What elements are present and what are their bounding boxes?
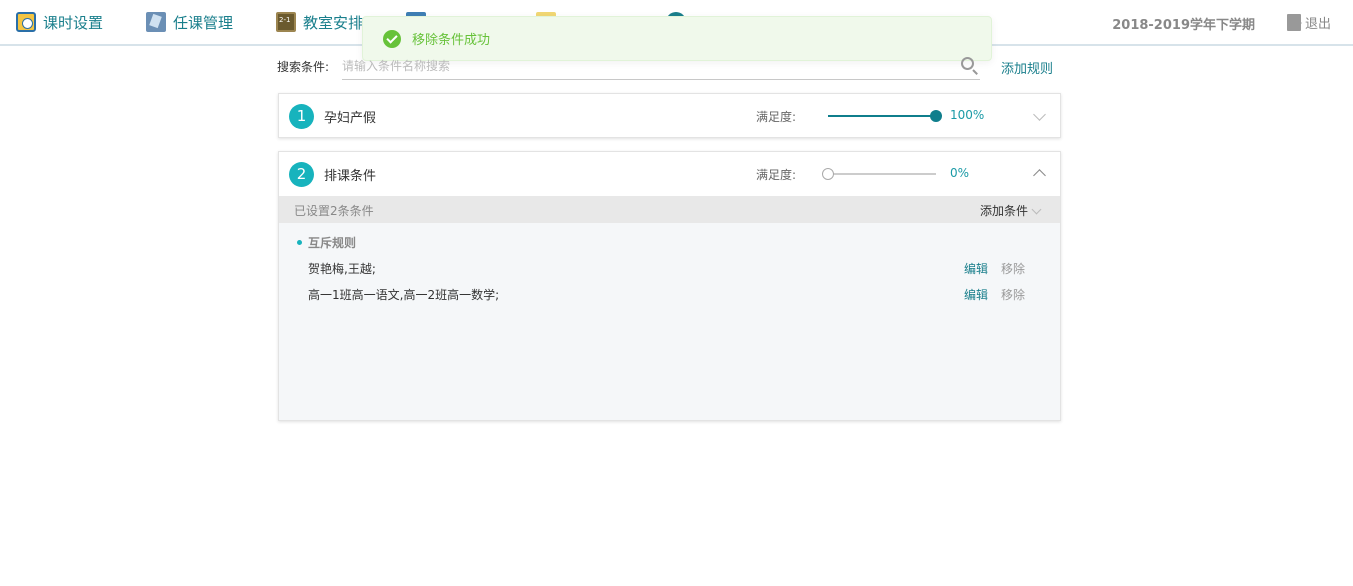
nav-item-teaching-management[interactable]: 任课管理 — [146, 10, 233, 34]
nav-item-class-hours[interactable]: 课时设置 — [16, 10, 103, 34]
bullet-dot-icon — [297, 240, 302, 245]
slider-track-fill — [828, 115, 936, 117]
satisfaction-slider[interactable] — [822, 168, 936, 180]
satisfaction-value: 0% — [950, 166, 970, 180]
rule-card: 2 排课条件 满足度: 0% 已设置2条条件 添加条件 互斥规则 贺艳梅,王越;… — [278, 151, 1061, 421]
slider-handle[interactable] — [930, 110, 942, 122]
conditions-count: 已设置2条条件 — [294, 204, 374, 218]
satisfaction-slider[interactable] — [828, 110, 942, 122]
edit-condition-button[interactable]: 编辑 — [964, 260, 988, 277]
check-circle-icon — [383, 29, 401, 48]
rule-card: 1 孕妇产假 满足度: 100% — [278, 93, 1061, 138]
add-rule-button[interactable]: 添加规则 — [1001, 58, 1053, 77]
chevron-up-icon[interactable] — [1033, 169, 1046, 182]
condition-text: 高一1班高一语文,高一2班高一数学; — [308, 288, 500, 302]
chevron-down-icon[interactable] — [1033, 108, 1046, 121]
rule-card-header[interactable]: 2 排课条件 满足度: 0% — [279, 152, 1060, 196]
current-term: 2018-2019学年下学期 — [1112, 18, 1255, 33]
search-label: 搜索条件: — [277, 60, 330, 74]
teacher-assign-icon — [146, 12, 166, 32]
nav-item-classroom-arrangement[interactable]: 教室安排 — [276, 10, 363, 34]
rule-conditions-panel: 已设置2条条件 添加条件 互斥规则 贺艳梅,王越; 编辑 移除 高一1班高一语文… — [279, 196, 1060, 420]
edit-condition-button[interactable]: 编辑 — [964, 286, 988, 303]
add-condition-label: 添加条件 — [979, 204, 1028, 218]
satisfaction-value: 100% — [950, 108, 985, 122]
search-box — [342, 54, 980, 80]
logout-button[interactable]: 退出 — [1286, 13, 1331, 32]
toast-message: 移除条件成功 — [412, 33, 491, 48]
rule-card-header[interactable]: 1 孕妇产假 满足度: 100% — [279, 94, 1060, 138]
rule-number-badge: 2 — [289, 162, 314, 187]
condition-row: 高一1班高一语文,高一2班高一数学; 编辑 移除 — [308, 284, 1043, 304]
search-icon[interactable] — [961, 57, 974, 70]
rule-number-badge: 1 — [289, 104, 314, 129]
clock-settings-icon — [16, 12, 36, 32]
nav-item-label: 课时设置 — [43, 13, 104, 32]
conditions-header: 已设置2条条件 添加条件 — [279, 196, 1060, 223]
rule-title: 孕妇产假 — [324, 111, 377, 126]
search-input[interactable] — [342, 54, 942, 78]
logout-icon — [1286, 14, 1302, 31]
condition-group-title: 互斥规则 — [308, 236, 357, 250]
condition-text: 贺艳梅,王越; — [308, 262, 376, 276]
add-condition-dropdown[interactable]: 添加条件 — [979, 202, 1042, 219]
satisfaction-label: 满足度: — [756, 168, 797, 182]
slider-handle[interactable] — [822, 168, 834, 180]
satisfaction-label: 满足度: — [756, 110, 797, 124]
chevron-down-icon — [1031, 204, 1042, 214]
remove-condition-button[interactable]: 移除 — [1001, 260, 1025, 277]
condition-row: 贺艳梅,王越; 编辑 移除 — [308, 258, 1043, 278]
logout-label: 退出 — [1304, 17, 1331, 32]
nav-item-label: 教室安排 — [303, 13, 364, 32]
nav-item-label: 任课管理 — [173, 13, 234, 32]
remove-condition-button[interactable]: 移除 — [1001, 286, 1025, 303]
classroom-board-icon — [276, 12, 296, 32]
rule-title: 排课条件 — [324, 169, 377, 184]
